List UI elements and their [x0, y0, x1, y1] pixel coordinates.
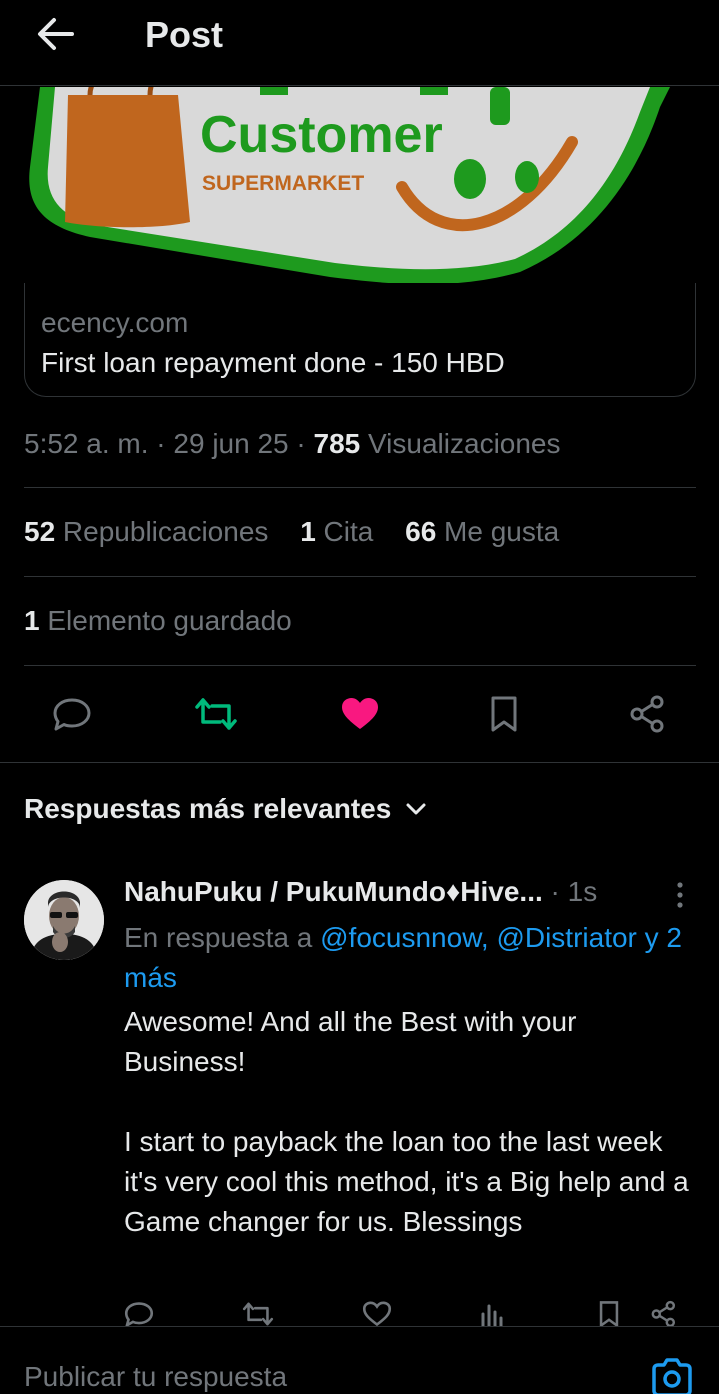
camera-icon — [652, 1358, 692, 1394]
page-title: Post — [145, 14, 224, 55]
bookmark-icon — [599, 1301, 619, 1329]
reply-to-prefix: En respuesta a — [124, 922, 321, 953]
heart-outline-icon — [362, 1301, 392, 1327]
reply-header: NahuPuku / PukuMundo♦Hive... · 1s — [124, 876, 597, 908]
quotes-count: 1 — [300, 516, 316, 547]
repost-icon — [242, 1302, 274, 1326]
arrow-left-icon — [38, 18, 74, 50]
analytics-icon — [481, 1304, 503, 1328]
repost-icon — [195, 698, 237, 730]
post-action-bar — [0, 666, 719, 762]
mention-link[interactable]: @Distriator — [496, 922, 636, 953]
more-options-button[interactable] — [668, 880, 692, 912]
repost-button[interactable] — [194, 694, 238, 734]
share-button[interactable] — [626, 694, 670, 734]
post-meta: 5:52 a. m. · 29 jun 25 · 785 Visualizaci… — [24, 428, 561, 460]
replies-sort-button[interactable]: Respuestas más relevantes — [24, 793, 427, 825]
reply-composer: Publicar tu respuesta — [0, 1326, 719, 1394]
avatar[interactable] — [24, 880, 104, 960]
reply-text: Awesome! And all the Best with your Busi… — [124, 1006, 689, 1237]
meta-separator: · — [148, 428, 174, 459]
post-date: 29 jun 25 — [173, 428, 289, 459]
bookmark-button[interactable] — [482, 694, 526, 734]
link-card[interactable]: ecency.com First loan repayment done - 1… — [24, 283, 696, 397]
reply-item[interactable]: NahuPuku / PukuMundo♦Hive... · 1s En res… — [0, 860, 719, 1330]
supermarket-logo-image: Customer SUPERMARKET — [29, 87, 670, 283]
mention-link[interactable]: @focusnnow, — [320, 922, 489, 953]
reply-icon — [124, 1302, 154, 1328]
bookmarks-label: Elemento guardado — [39, 605, 292, 636]
meta-separator: · — [288, 428, 314, 459]
camera-button[interactable] — [650, 1357, 694, 1394]
likes-stat[interactable]: 66 Me gusta — [405, 516, 559, 548]
bookmarks-count: 1 — [24, 605, 40, 636]
bookmark-icon — [491, 696, 517, 732]
likes-label: Me gusta — [436, 516, 560, 547]
like-icon — [342, 698, 378, 729]
chevron-down-icon — [406, 803, 426, 815]
post-stats: 52 Republicaciones 1 Cita 66 Me gusta — [24, 516, 583, 548]
link-domain: ecency.com — [41, 307, 189, 338]
reply-input[interactable]: Publicar tu respuesta — [24, 1361, 287, 1393]
back-button[interactable] — [34, 14, 78, 54]
reply-icon — [53, 698, 91, 731]
views-label: Visualizaciones — [360, 428, 561, 459]
logo-subtitle: SUPERMARKET — [202, 172, 364, 195]
quotes-label: Cita — [315, 516, 374, 547]
reply-button[interactable] — [50, 694, 94, 734]
share-icon — [651, 1300, 676, 1328]
more-vertical-icon — [677, 882, 683, 908]
reposts-count: 52 — [24, 516, 56, 547]
logo-word: Customer — [200, 106, 443, 164]
share-icon — [630, 695, 664, 733]
divider — [24, 487, 696, 488]
avatar-image — [24, 880, 104, 960]
bookmarks-stat[interactable]: 1 Elemento guardado — [24, 605, 292, 637]
post-time: 5:52 a. m. — [24, 428, 149, 459]
link-title: First loan repayment done - 150 HBD — [41, 347, 505, 378]
likes-count: 66 — [405, 516, 437, 547]
reposts-label: Republicaciones — [55, 516, 269, 547]
views-count: 785 — [313, 428, 361, 459]
like-button[interactable] — [338, 694, 382, 734]
post-image[interactable]: Customer SUPERMARKET — [0, 87, 719, 283]
replies-sort-label: Respuestas más relevantes — [24, 793, 392, 824]
quotes-stat[interactable]: 1 Cita — [300, 516, 373, 548]
reposts-stat[interactable]: 52 Republicaciones — [24, 516, 268, 548]
reply-to-line: En respuesta a @focusnnow, @Distriator y… — [124, 918, 694, 998]
top-bar: Post — [0, 0, 719, 86]
divider — [0, 762, 719, 763]
divider — [24, 576, 696, 577]
reply-author-name[interactable]: NahuPuku / PukuMundo♦Hive... — [124, 876, 543, 907]
reply-time: · 1s — [542, 876, 598, 907]
